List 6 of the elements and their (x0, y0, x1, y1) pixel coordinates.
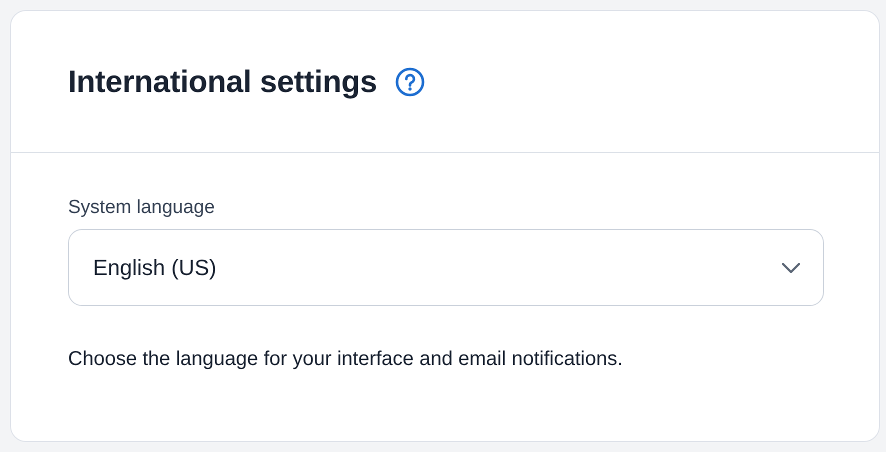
language-select[interactable]: English (US) (68, 229, 824, 306)
card-title: International settings (68, 64, 378, 100)
chevron-down-icon (781, 262, 801, 274)
field-label: System language (68, 197, 216, 219)
help-text: Choose the language for your interface and email notifications. (68, 348, 624, 371)
help-icon[interactable] (395, 66, 426, 96)
